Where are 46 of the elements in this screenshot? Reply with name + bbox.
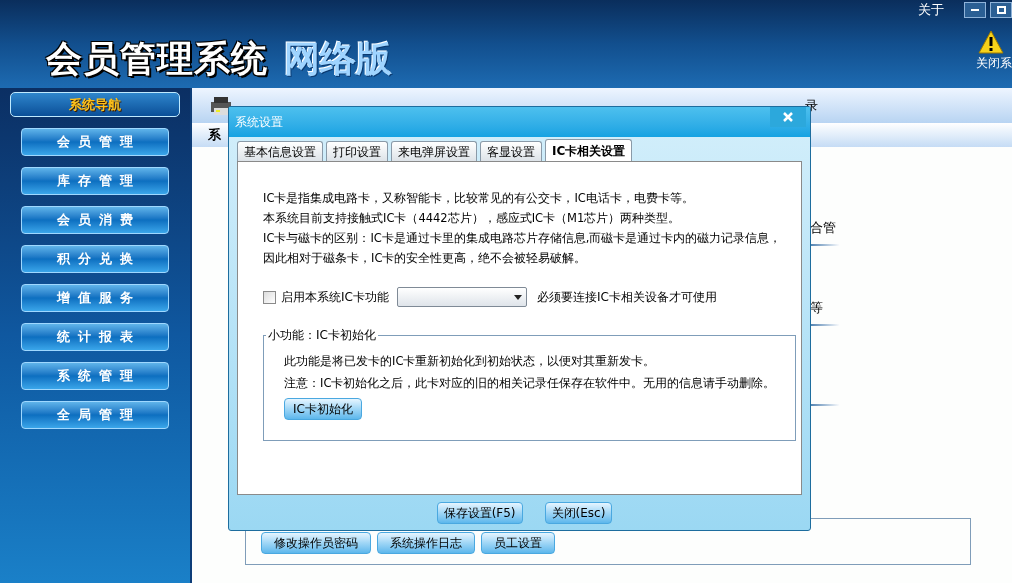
app-title: 会员管理系统 <box>46 37 268 81</box>
ic-init-button[interactable]: IC卡初始化 <box>284 398 362 420</box>
nav-button[interactable]: 增值服务 <box>21 284 169 312</box>
enable-label: 启用本系统IC卡功能 <box>281 289 389 306</box>
intro-text: IC卡是指集成电路卡，又称智能卡，比较常见的有公交卡，IC电话卡，电费卡等。 <box>263 190 695 207</box>
nav-button[interactable]: 统计报表 <box>21 323 169 351</box>
nav-button[interactable]: 积分兑换 <box>21 245 169 273</box>
dialog-title: 系统设置 <box>235 114 283 131</box>
group-text: 此功能是将已发卡的IC卡重新初始化到初始状态，以便对其重新发卡。 <box>284 353 657 370</box>
settings-button[interactable]: 员工设置 <box>481 532 555 554</box>
nav-button[interactable]: 全局管理 <box>21 401 169 429</box>
close-icon <box>783 112 793 122</box>
group-legend: 小功能：IC卡初始化 <box>266 326 378 344</box>
app-edition: 网络版 <box>284 37 392 81</box>
section-title: 系 <box>208 126 221 145</box>
minimize-button[interactable] <box>964 1 986 18</box>
nav-button[interactable]: 库存管理 <box>21 167 169 195</box>
printer-icon[interactable] <box>210 95 232 116</box>
enable-checkbox[interactable] <box>263 290 276 304</box>
intro-text: IC卡与磁卡的区别：IC卡是通过卡里的集成电路芯片存储信息,而磁卡是通过卡内的磁力记录信息， <box>263 230 776 247</box>
warning-icon[interactable] <box>978 30 1004 54</box>
about-link[interactable]: 关于 <box>918 0 944 20</box>
nav-button[interactable]: 会员管理 <box>21 128 169 156</box>
nav-button[interactable]: 会员消费 <box>21 206 169 234</box>
tab[interactable]: 基本信息设置 <box>237 141 323 161</box>
tab[interactable]: 客显设置 <box>480 141 542 161</box>
settings-button[interactable]: 系统操作日志 <box>377 532 475 554</box>
maximize-button[interactable] <box>990 1 1012 18</box>
dialog-button[interactable]: 保存设置(F5) <box>436 501 523 524</box>
hint-text: 必须要连接IC卡相关设备才可使用 <box>536 289 717 306</box>
intro-text: 本系统目前支持接触式IC卡（4442芯片），感应式IC卡（M1芯片）两种类型。 <box>263 210 682 227</box>
sidebar-title: 系统导航 <box>69 95 121 114</box>
close-system-label[interactable]: 关闭系 <box>976 54 1012 72</box>
dialog-button[interactable]: 关闭(Esc) <box>544 501 613 524</box>
tab[interactable]: IC卡相关设置 <box>545 139 633 161</box>
nav-button[interactable]: 系统管理 <box>21 362 169 390</box>
tab[interactable]: 来电弹屏设置 <box>391 141 477 161</box>
dropdown-arrow-icon <box>513 294 522 300</box>
module-label: 等 <box>810 299 824 317</box>
module-label: 合管 <box>810 219 837 237</box>
settings-button[interactable]: 修改操作员密码 <box>261 532 371 554</box>
group-text: 注意：IC卡初始化之后，此卡对应的旧的相关记录任保存在软件中。无用的信息请手动删除。 <box>284 375 776 392</box>
device-dropdown[interactable] <box>396 287 527 307</box>
intro-text: 因此相对于磁条卡，IC卡的安全性更高，绝不会被轻易破解。 <box>263 250 588 267</box>
tab[interactable]: 打印设置 <box>326 141 388 161</box>
close-button[interactable] <box>770 107 806 127</box>
